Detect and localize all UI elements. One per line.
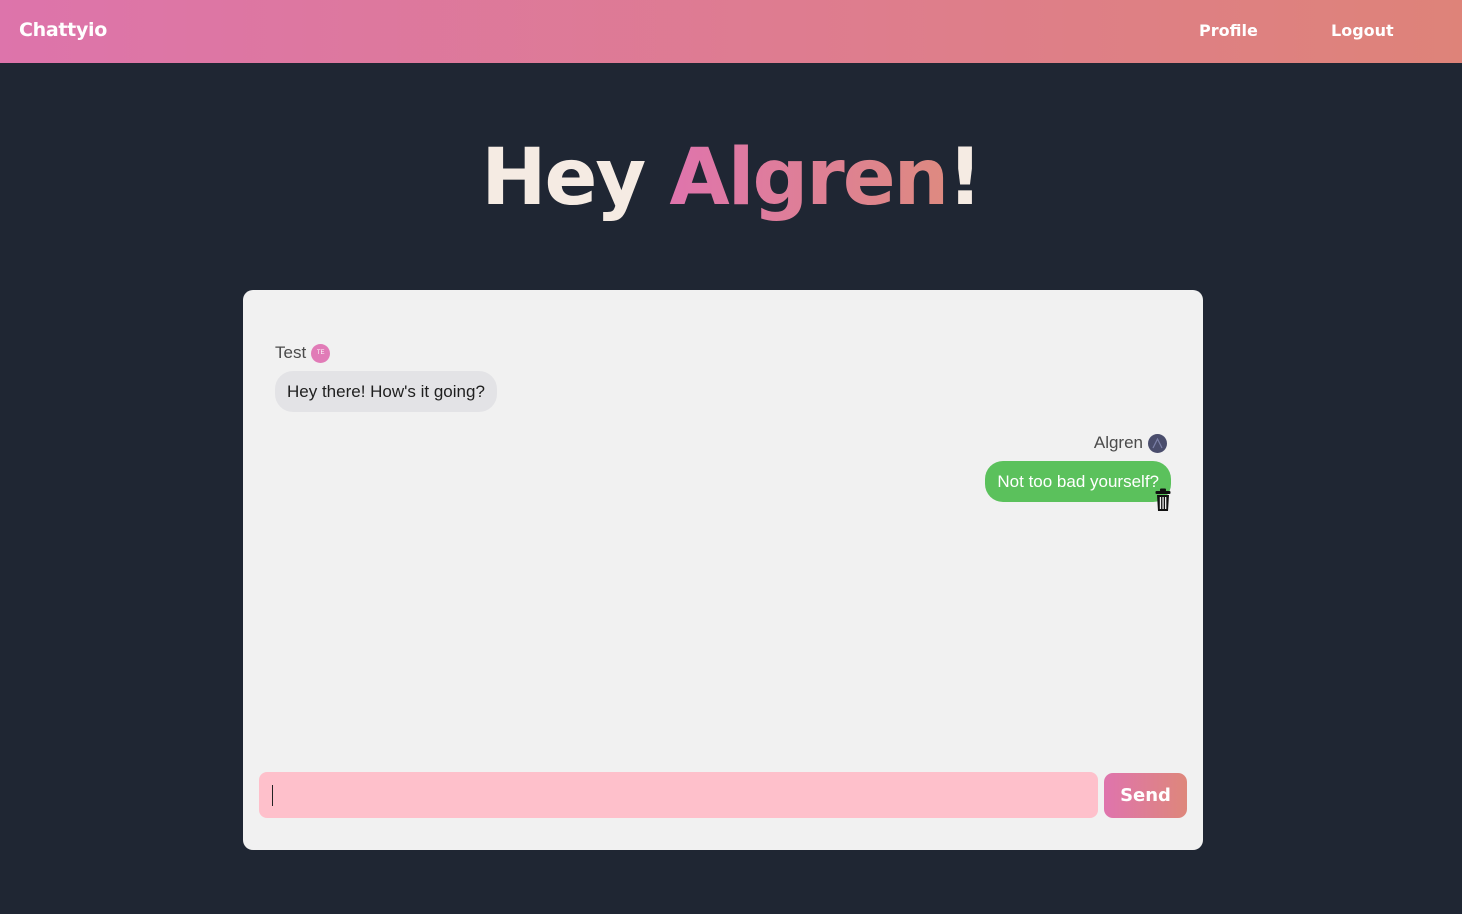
nav-link-logout[interactable]: Logout <box>1331 21 1394 40</box>
message-author: Test TE <box>275 343 331 363</box>
brand-logo[interactable]: Chattyio <box>19 19 107 41</box>
message-author-name: Test <box>275 343 307 362</box>
greeting-prefix: Hey <box>481 133 670 223</box>
message-author-name: Algren <box>1093 433 1143 452</box>
greeting-username: Algren <box>669 133 949 223</box>
outgoing-message-bubble: Not too bad yourself? <box>985 461 1171 502</box>
text-cursor <box>272 785 273 806</box>
send-button[interactable]: Send <box>1104 773 1187 818</box>
avatar: TE <box>311 343 331 363</box>
message-input[interactable] <box>259 772 1098 818</box>
greeting-suffix: ! <box>947 133 983 223</box>
nav-link-profile[interactable]: Profile <box>1199 21 1258 40</box>
avatar <box>1148 433 1167 453</box>
chat-panel: Test TE Hey there! How's it going? Algre… <box>243 290 1203 850</box>
trash-icon[interactable] <box>1155 488 1171 512</box>
avatar-glyph-icon <box>1152 437 1163 448</box>
message-author: Algren <box>1094 433 1167 453</box>
top-navbar: Chattyio Profile Logout <box>0 0 1462 63</box>
incoming-message-bubble: Hey there! How's it going? <box>275 371 497 412</box>
page-greeting: Hey Algren! <box>0 128 1462 228</box>
